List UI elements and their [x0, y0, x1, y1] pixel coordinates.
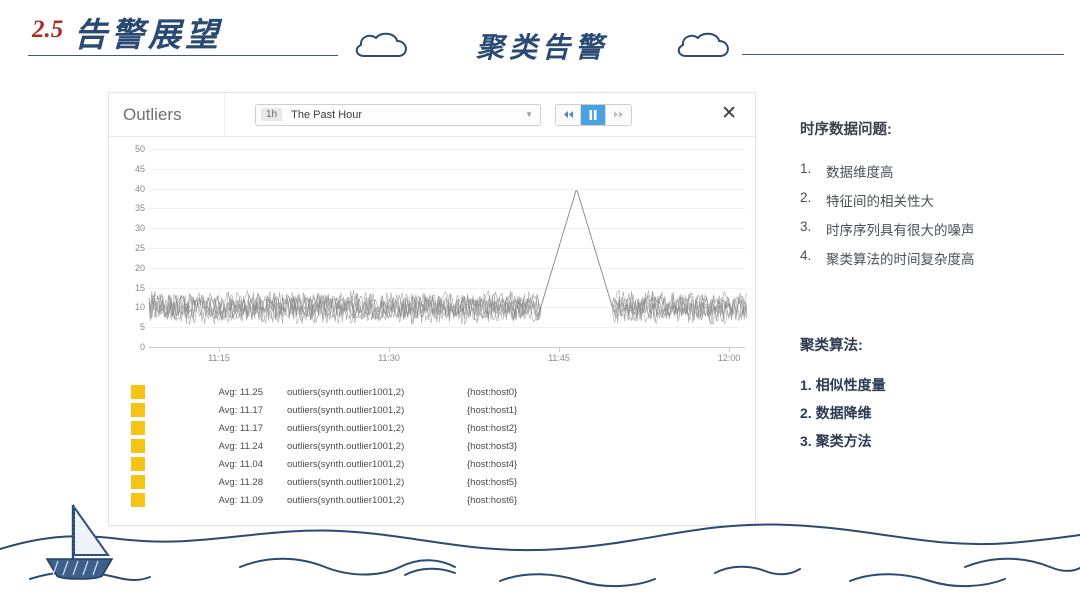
- x-axis-tick: 11:30: [378, 353, 400, 363]
- x-axis-tick: 12:00: [717, 353, 741, 363]
- problems-heading: 时序数据问题:: [800, 122, 892, 138]
- time-range-select[interactable]: 1h The Past Hour ▼: [255, 103, 541, 126]
- list-number: 2.: [800, 190, 812, 205]
- page-title: 告警展望: [74, 18, 222, 54]
- legend-color-swatch: [131, 475, 145, 489]
- x-axis-tickmark: [219, 348, 220, 352]
- rewind-button[interactable]: [556, 104, 581, 125]
- legend-color-swatch: [131, 439, 145, 453]
- list-number: 1.: [800, 161, 812, 176]
- list-number: 3.: [800, 219, 812, 234]
- list-number: 4.: [800, 248, 812, 263]
- problems-section: 时序数据问题: 1. 数据维度高 2. 特征间的相关性大 3. 时序序列具有很大的噪声 4.…: [800, 118, 1070, 277]
- chart-plot-area: [148, 190, 748, 326]
- legend-metric: outliers(synth.outlier1001,2): [287, 422, 405, 434]
- legend-color-swatch: [131, 421, 145, 435]
- x-axis-tick: 11:15: [208, 353, 230, 363]
- pause-button[interactable]: [581, 104, 606, 125]
- panel-header: Outliers 1h The Past Hour ▼ ✕: [109, 92, 755, 137]
- algorithm-list-item: 3. 聚类方法: [800, 433, 872, 449]
- problem-list-item: 2. 特征间的相关性大: [800, 190, 1070, 210]
- legend-avg: Avg: 11.17: [218, 422, 263, 434]
- close-icon[interactable]: ✕: [721, 104, 737, 123]
- legend-avg: Avg: 11.04: [218, 458, 263, 470]
- legend-avg: Avg: 11.25: [218, 386, 263, 398]
- legend-host: {host:host5}: [467, 476, 518, 488]
- outliers-chart: 0 5 10 15 20 25 30 35 40 45 50 11:15 11:30 11:45 12:0…: [109, 137, 755, 369]
- x-axis-tickmark: [559, 348, 560, 352]
- x-axis-tick: 11:45: [548, 353, 570, 363]
- chevron-down-icon: ▼: [525, 109, 533, 119]
- list-text: 特征间的相关性大: [826, 194, 934, 209]
- playback-controls: [555, 103, 632, 126]
- time-range-label: The Past Hour: [291, 108, 363, 121]
- legend-metric: outliers(synth.outlier1001,2): [287, 458, 405, 470]
- legend-row[interactable]: Avg: 11.17 outliers(synth.outlier1001,2) {…: [109, 401, 755, 419]
- wave-decoration: [0, 503, 1080, 588]
- legend-avg: Avg: 11.24: [218, 440, 263, 452]
- algorithm-list-item: 2. 数据降维: [800, 405, 872, 421]
- page-title-number: 2.5: [32, 16, 64, 43]
- legend-avg: Avg: 11.28: [218, 476, 263, 488]
- center-title: 聚类告警: [476, 33, 609, 64]
- list-text: 聚类算法的时间复杂度高: [826, 252, 975, 267]
- algorithms-section: 聚类算法: 1. 相似性度量 2. 数据降维 3. 聚类方法: [800, 334, 1070, 459]
- legend-color-swatch: [131, 457, 145, 471]
- outliers-panel: Outliers 1h The Past Hour ▼ ✕ 0 5 10 15 …: [108, 92, 756, 526]
- legend-row[interactable]: Avg: 11.24 outliers(synth.outlier1001,2) {…: [109, 437, 755, 455]
- cloud-icon: [355, 32, 407, 57]
- problem-list-item: 3. 时序序列具有很大的噪声: [800, 219, 1070, 239]
- legend-color-swatch: [131, 385, 145, 399]
- legend-host: {host:host3}: [467, 440, 518, 452]
- legend-host: {host:host1}: [467, 404, 518, 416]
- legend-row[interactable]: Avg: 11.25 outliers(synth.outlier1001,2) {…: [109, 383, 755, 401]
- algorithm-list-item: 1. 相似性度量: [800, 377, 886, 393]
- cloud-icon-2: [677, 32, 729, 57]
- legend-color-swatch: [131, 403, 145, 417]
- legend-row[interactable]: Avg: 11.04 outliers(synth.outlier1001,2) {…: [109, 455, 755, 473]
- x-axis-tickmark: [729, 348, 730, 352]
- legend-row[interactable]: Avg: 11.17 outliers(synth.outlier1001,2) {…: [109, 419, 755, 437]
- sailboat-icon: [45, 503, 114, 580]
- time-range-badge: 1h: [261, 108, 283, 121]
- list-text: 数据维度高: [826, 165, 894, 180]
- rewind-icon: [563, 111, 573, 118]
- forward-button[interactable]: [606, 104, 631, 125]
- legend-host: {host:host4}: [467, 458, 518, 470]
- slide-header: 2.5 告警展望 聚类告警: [0, 0, 1080, 92]
- problem-list-item: 4. 聚类算法的时间复杂度高: [800, 248, 1070, 268]
- panel-title: Outliers: [109, 92, 225, 137]
- problem-list-item: 1. 数据维度高: [800, 161, 1070, 181]
- legend-row[interactable]: Avg: 11.28 outliers(synth.outlier1001,2) {…: [109, 473, 755, 491]
- legend-metric: outliers(synth.outlier1001,2): [287, 440, 405, 452]
- x-axis-tickmark: [389, 348, 390, 352]
- legend-metric: outliers(synth.outlier1001,2): [287, 476, 405, 488]
- header-rule-right: [742, 54, 1064, 55]
- legend-metric: outliers(synth.outlier1001,2): [287, 404, 405, 416]
- list-text: 时序序列具有很大的噪声: [826, 223, 975, 238]
- legend-metric: outliers(synth.outlier1001,2): [287, 386, 405, 398]
- legend-host: {host:host2}: [467, 422, 518, 434]
- algorithms-heading: 聚类算法:: [800, 338, 863, 354]
- pause-icon: [589, 109, 597, 120]
- title-underline: [28, 55, 338, 56]
- forward-icon: [614, 111, 623, 118]
- chart-legend: Avg: 11.25 outliers(synth.outlier1001,2) {…: [109, 383, 755, 509]
- legend-avg: Avg: 11.17: [218, 404, 263, 416]
- legend-host: {host:host0}: [467, 386, 518, 398]
